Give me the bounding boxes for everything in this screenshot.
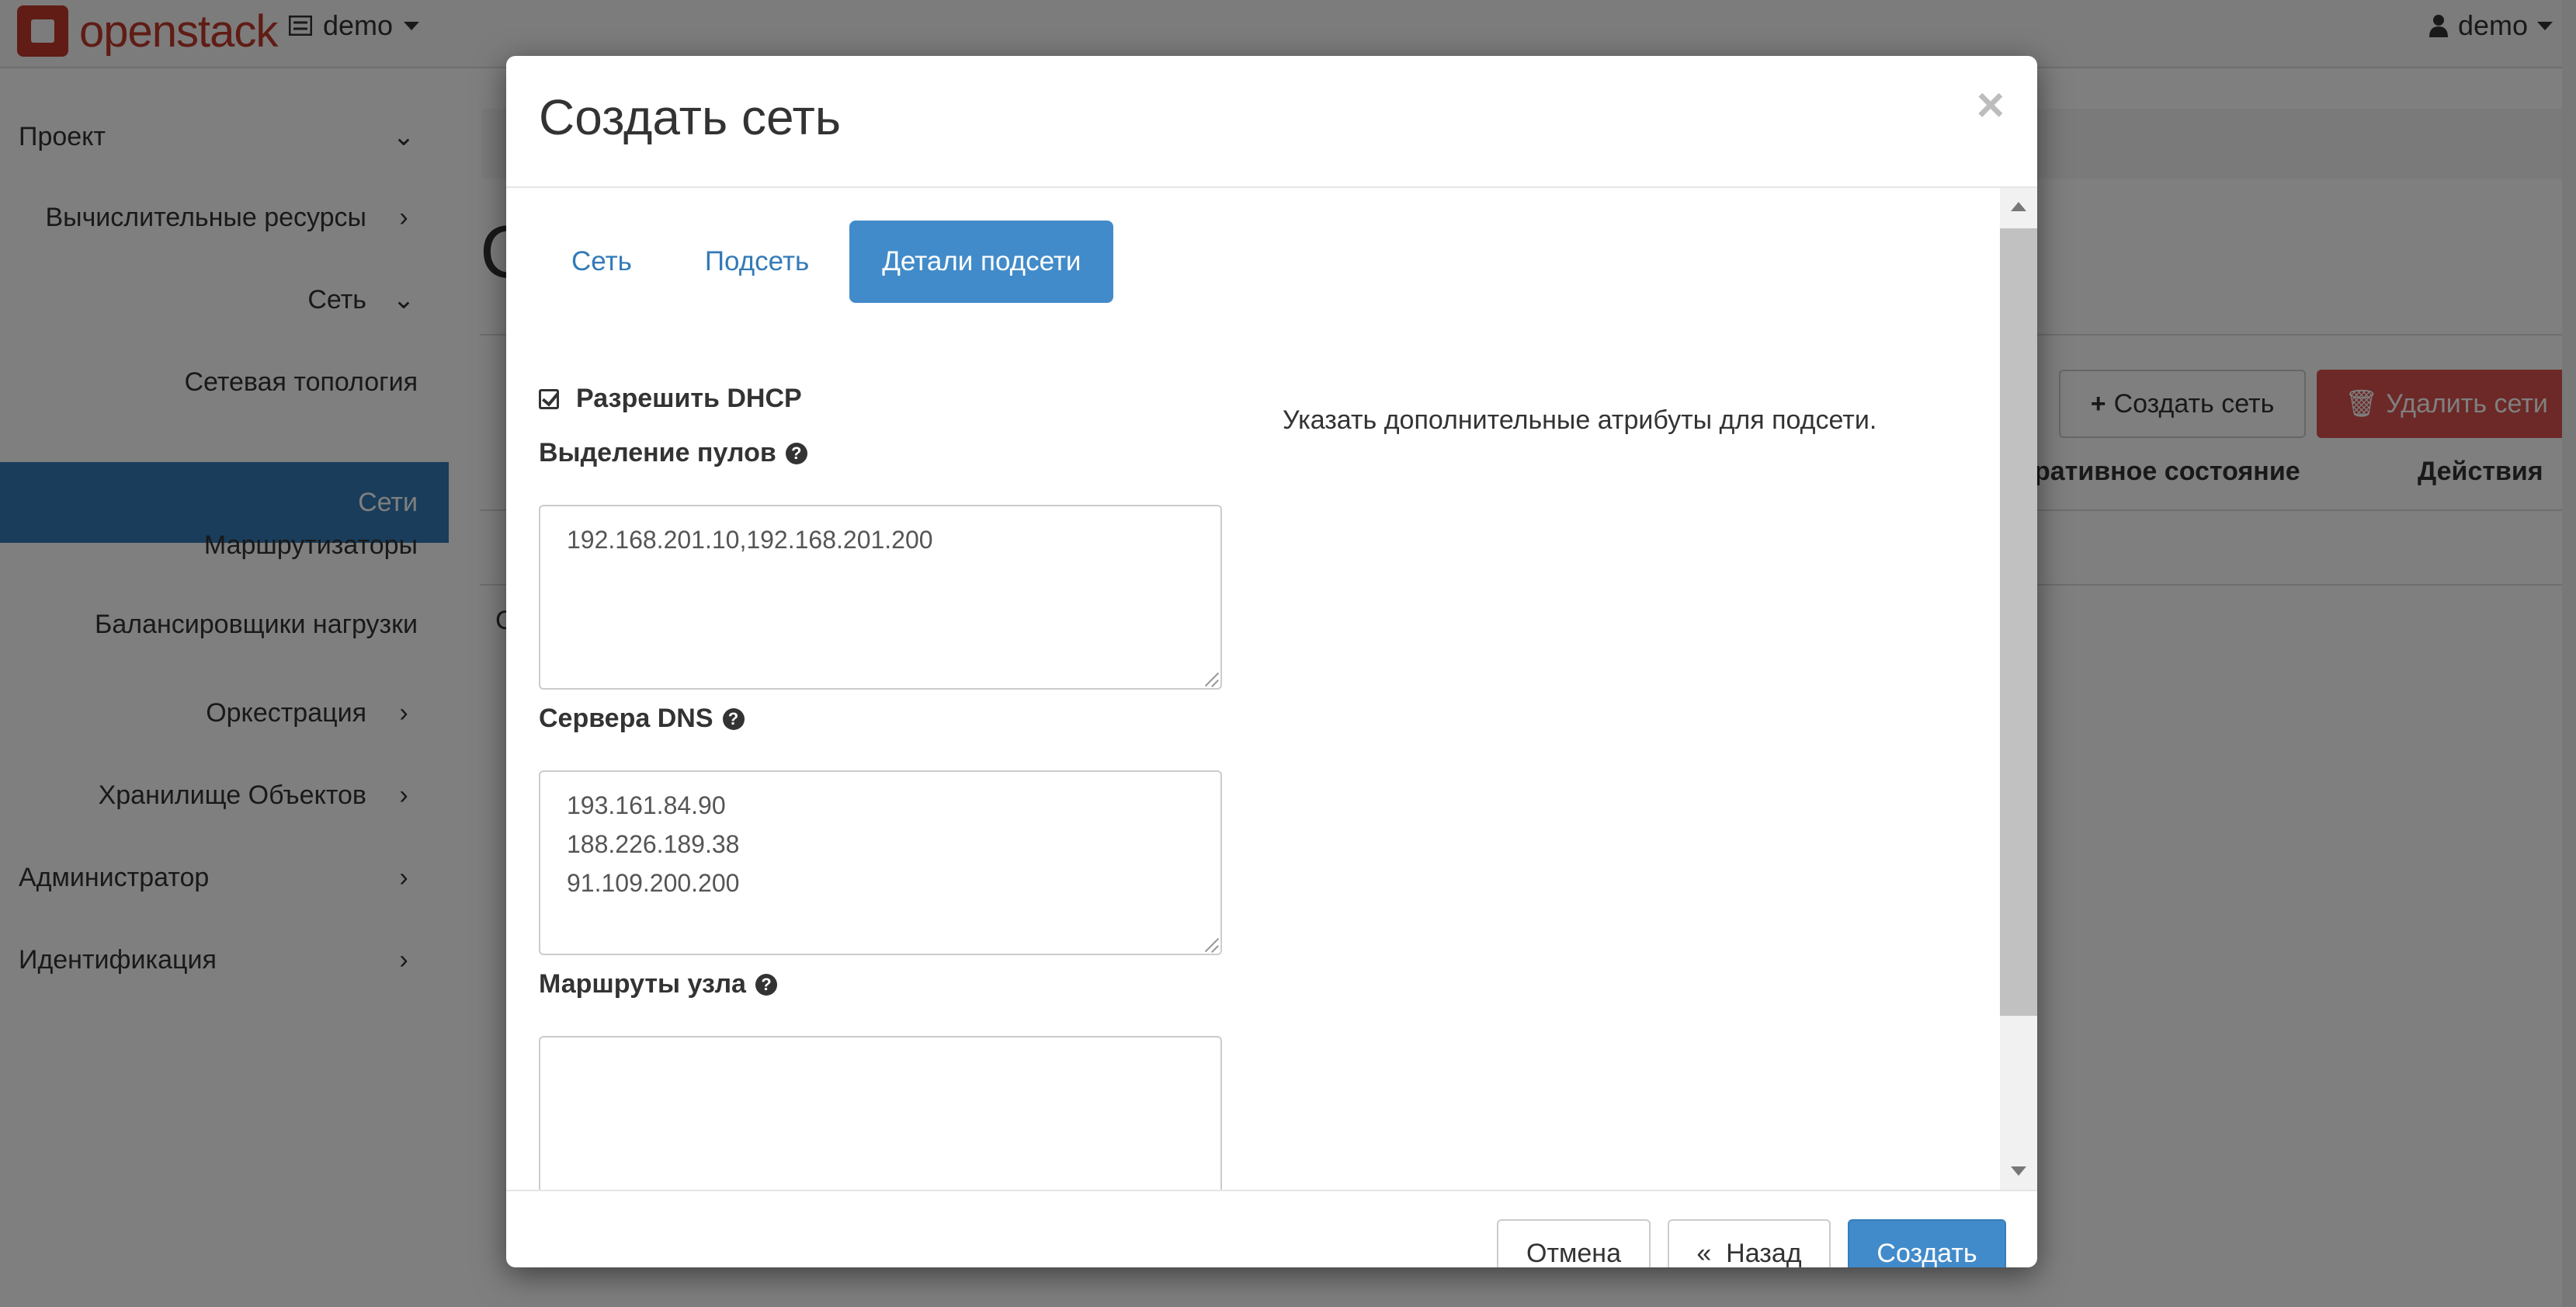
scrollbar-thumb[interactable] — [2000, 228, 2037, 1016]
resize-handle-icon[interactable] — [1202, 669, 1219, 687]
resize-handle-icon[interactable] — [1202, 935, 1219, 952]
modal-scrollbar[interactable] — [2000, 188, 2037, 1190]
dns-servers-label-row: Сервера DNS ? — [539, 704, 745, 734]
subnet-details-help-text: Указать дополнительные атрибуты для подс… — [1283, 405, 1877, 435]
modal-footer: Отмена « Назад Создать — [506, 1190, 2037, 1267]
create-button[interactable]: Создать — [1848, 1219, 2006, 1267]
tab-network[interactable]: Сеть — [539, 221, 665, 303]
host-routes-textarea[interactable] — [539, 1036, 1222, 1190]
allocation-pools-label: Выделение пулов — [539, 438, 776, 468]
host-routes-label: Маршруты узла — [539, 969, 746, 999]
allocation-pools-textarea[interactable]: 192.168.201.10,192.168.201.200 — [539, 505, 1222, 690]
allocation-pools-label-row: Выделение пулов ? — [539, 438, 807, 468]
enable-dhcp-checkbox[interactable] — [539, 388, 559, 409]
dns-servers-textarea[interactable]: 193.161.84.90 188.226.189.38 91.109.200.… — [539, 770, 1222, 955]
enable-dhcp-label[interactable]: Разрешить DHCP — [576, 384, 802, 414]
wizard-tabs: Сеть Подсеть Детали подсети — [539, 221, 1114, 303]
back-button[interactable]: « Назад — [1668, 1219, 1831, 1267]
host-routes-label-row: Маршруты узла ? — [539, 969, 777, 999]
scroll-up-icon[interactable] — [2011, 202, 2026, 211]
dns-servers-label: Сервера DNS — [539, 704, 713, 733]
question-circle-icon[interactable]: ? — [785, 442, 807, 464]
tab-subnet-details[interactable]: Детали подсети — [849, 221, 1114, 303]
question-circle-icon[interactable]: ? — [722, 707, 745, 730]
create-network-modal: Создать сеть × Сеть Подсеть Детали подсе… — [506, 56, 2037, 1267]
question-circle-icon[interactable]: ? — [755, 973, 777, 996]
enable-dhcp-row: Разрешить DHCP — [539, 384, 802, 414]
cancel-button[interactable]: Отмена — [1497, 1219, 1651, 1267]
modal-body: Сеть Подсеть Детали подсети Разрешить DH… — [506, 188, 2037, 1190]
close-icon[interactable]: × — [1977, 78, 2005, 133]
scroll-down-icon[interactable] — [2011, 1166, 2026, 1176]
modal-header: Создать сеть × — [506, 56, 2037, 188]
modal-title: Создать сеть — [539, 89, 842, 145]
tab-subnet[interactable]: Подсеть — [672, 221, 842, 303]
